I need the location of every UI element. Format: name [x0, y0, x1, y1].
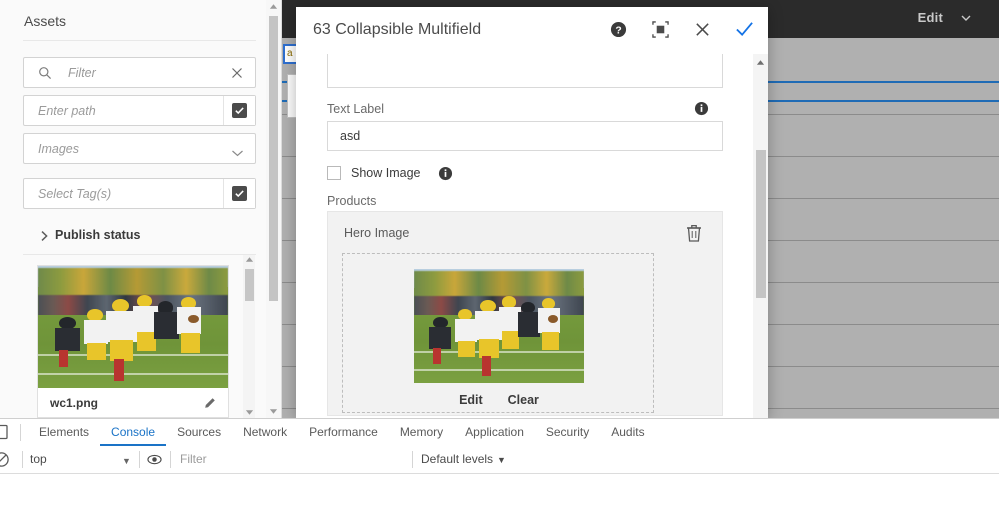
- clear-console-icon[interactable]: [0, 451, 10, 468]
- asset-filter-placeholder: Filter: [68, 66, 96, 80]
- svg-text:?: ?: [615, 25, 621, 36]
- info-circle-icon[interactable]: [694, 101, 709, 116]
- scroll-down-icon[interactable]: [266, 408, 281, 415]
- asset-tags-confirm-button[interactable]: [223, 179, 255, 208]
- chevron-right-icon[interactable]: [40, 228, 49, 242]
- dialog-title: 63 Collapsible Multifield: [313, 21, 482, 38]
- close-icon[interactable]: [231, 67, 243, 79]
- device-toolbar-icon[interactable]: [0, 424, 10, 440]
- asset-card[interactable]: wc1.png: [37, 265, 229, 418]
- pencil-icon[interactable]: [204, 397, 216, 409]
- checkbox-checked-icon: [232, 103, 247, 118]
- scroll-up-icon[interactable]: [266, 3, 281, 10]
- scrollbar-thumb[interactable]: [245, 269, 254, 301]
- dialog-header: 63 Collapsible Multifield ?: [296, 7, 768, 54]
- checkbox-checked-icon: [232, 186, 247, 201]
- devtools-tab-security[interactable]: Security: [535, 419, 600, 446]
- asset-list-scrollbar[interactable]: [243, 255, 255, 418]
- products-label: Products: [327, 194, 377, 208]
- console-toolbar: top ▼ Filter Default levels ▼: [0, 446, 999, 474]
- hero-image-thumbnail: [414, 269, 584, 383]
- dialog-body: Text Label asd Show Image Products Hero …: [296, 54, 753, 418]
- edit-mode-label[interactable]: Edit: [918, 10, 943, 25]
- divider: [23, 40, 256, 41]
- console-levels-label: Default levels: [421, 452, 494, 466]
- chevron-down-icon[interactable]: [960, 12, 971, 23]
- show-image-checkbox[interactable]: [327, 166, 341, 180]
- trash-icon[interactable]: [686, 224, 702, 242]
- asset-type-select[interactable]: Images: [23, 133, 256, 164]
- asset-thumbnail: [38, 266, 228, 388]
- devtools-tab-console[interactable]: Console: [100, 419, 167, 446]
- text-label-label: Text Label: [327, 102, 384, 116]
- console-filter-input[interactable]: Filter: [180, 446, 207, 473]
- asset-tags-input[interactable]: Select Tag(s): [23, 178, 256, 209]
- asset-edit-button[interactable]: Edit: [459, 393, 483, 407]
- chevron-down-icon[interactable]: ▼: [122, 456, 131, 466]
- scroll-up-icon[interactable]: [243, 256, 255, 263]
- divider: [23, 254, 256, 255]
- devtools-tab-memory[interactable]: Memory: [389, 419, 454, 446]
- info-circle-icon[interactable]: [438, 166, 453, 181]
- divider: [22, 451, 23, 468]
- scrollbar-thumb[interactable]: [756, 150, 766, 298]
- eye-icon[interactable]: [147, 452, 162, 467]
- assets-panel: Assets Filter Enter path Images Select T…: [0, 0, 267, 418]
- asset-path-confirm-button[interactable]: [223, 96, 255, 125]
- asset-actions: Edit Clear: [343, 393, 655, 407]
- devtools-tab-audits[interactable]: Audits: [600, 419, 655, 446]
- scroll-up-icon[interactable]: [753, 56, 768, 68]
- devtools-panel: Elements Console Sources Network Perform…: [0, 418, 999, 519]
- scroll-down-icon[interactable]: [243, 409, 255, 416]
- devtools-tabs: Elements Console Sources Network Perform…: [28, 419, 656, 446]
- show-image-row[interactable]: Show Image: [327, 166, 453, 181]
- asset-filename: wc1.png: [50, 396, 99, 410]
- divider: [139, 451, 140, 468]
- chevron-down-icon: ▼: [497, 455, 506, 465]
- close-icon[interactable]: [692, 19, 712, 39]
- divider: [20, 424, 21, 441]
- assets-panel-title: Assets: [24, 13, 67, 29]
- asset-path-placeholder: Enter path: [38, 104, 96, 118]
- collapsible-multifield-dialog: 63 Collapsible Multifield ? Text Label a…: [296, 7, 768, 418]
- asset-clear-button[interactable]: Clear: [508, 393, 539, 407]
- asset-type-placeholder: Images: [38, 142, 79, 156]
- publish-status-label[interactable]: Publish status: [55, 228, 140, 242]
- dialog-scrollbar[interactable]: [753, 54, 768, 418]
- asset-tags-placeholder: Select Tag(s): [38, 187, 112, 201]
- devtools-tab-sources[interactable]: Sources: [166, 419, 232, 446]
- devtools-tab-performance[interactable]: Performance: [298, 419, 389, 446]
- fullscreen-icon[interactable]: [650, 19, 670, 39]
- divider: [170, 451, 171, 468]
- show-image-label: Show Image: [351, 166, 421, 180]
- check-icon[interactable]: [734, 19, 754, 39]
- asset-path-input[interactable]: Enter path: [23, 95, 256, 126]
- assets-panel-scrollbar[interactable]: [266, 0, 282, 418]
- previous-field-textarea[interactable]: [327, 54, 723, 88]
- console-levels-selector[interactable]: Default levels ▼: [421, 446, 506, 473]
- hero-image-label: Hero Image: [344, 226, 410, 240]
- devtools-tab-elements[interactable]: Elements: [28, 419, 100, 446]
- devtools-tab-application[interactable]: Application: [454, 419, 535, 446]
- app-root: Edit a Assets Filter Enter path Images S…: [0, 0, 999, 519]
- asset-drop-zone[interactable]: Edit Clear Drop an asset here: [342, 253, 655, 418]
- console-context-selector[interactable]: top: [30, 446, 47, 473]
- devtools-tabbar: Elements Console Sources Network Perform…: [0, 419, 999, 447]
- help-circle-icon[interactable]: ?: [608, 19, 628, 39]
- devtools-tab-network[interactable]: Network: [232, 419, 298, 446]
- search-icon: [38, 66, 52, 80]
- chevron-down-icon: [231, 145, 244, 157]
- products-multifield-item: Hero Image Edit Clear: [327, 211, 723, 418]
- text-label-input[interactable]: asd: [327, 121, 723, 151]
- divider: [412, 451, 413, 468]
- asset-filter-input[interactable]: Filter: [23, 57, 256, 88]
- dialog-header-actions: ?: [608, 19, 754, 39]
- scrollbar-thumb[interactable]: [269, 16, 278, 301]
